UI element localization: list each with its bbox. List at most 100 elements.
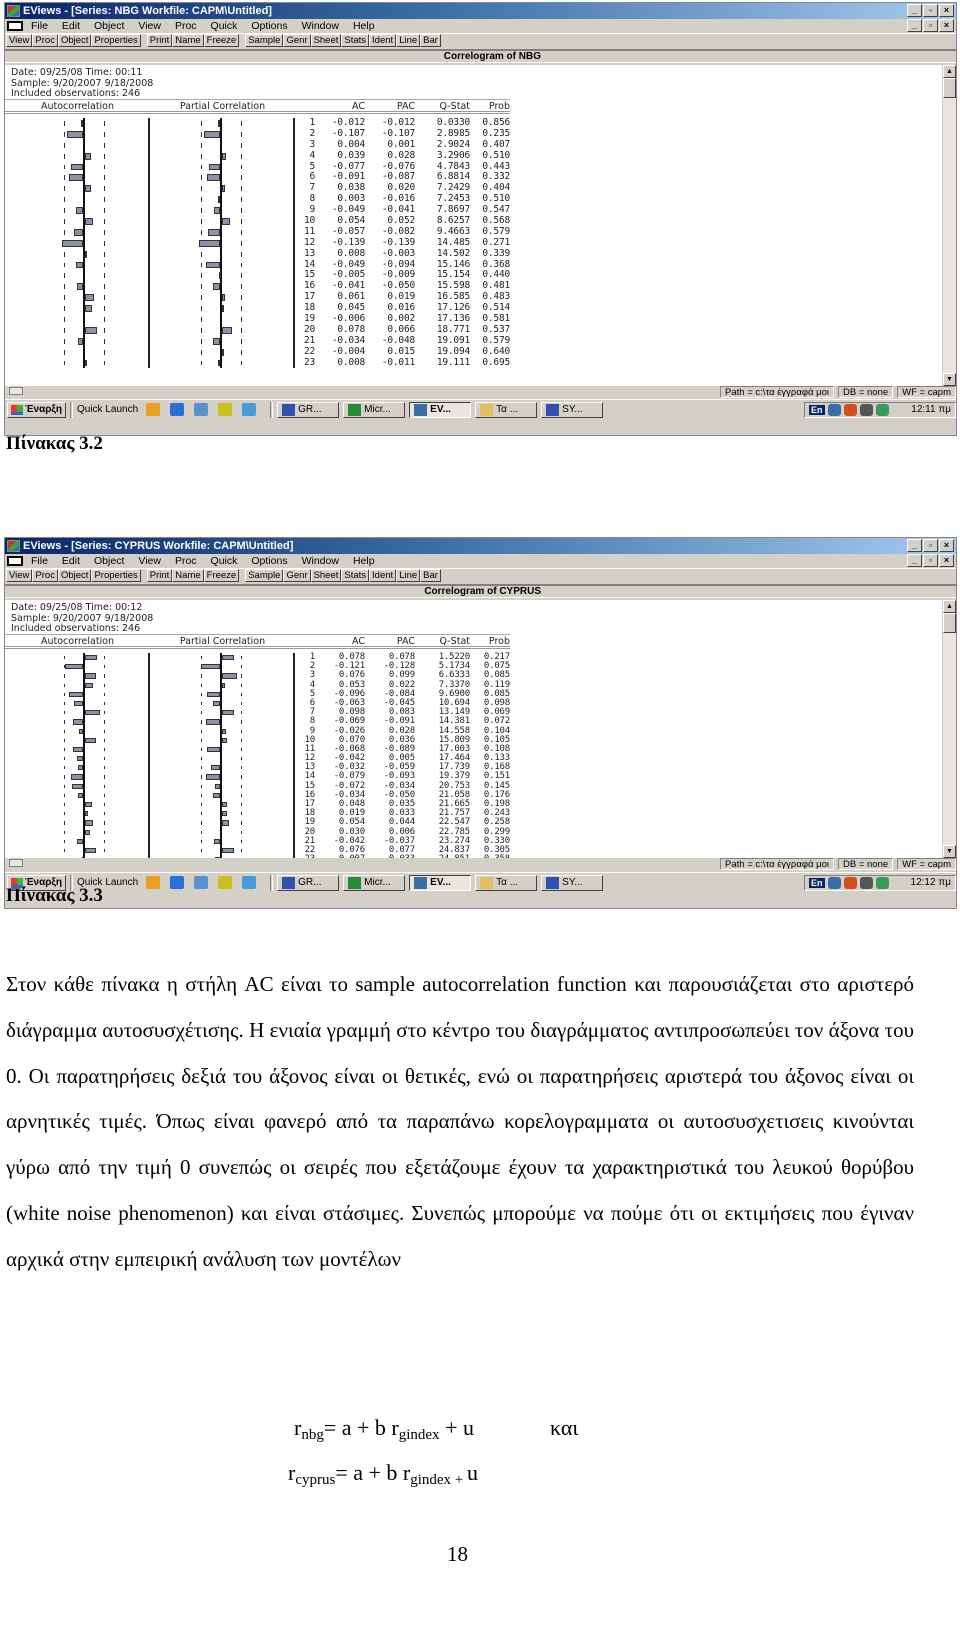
taskbar-task-button[interactable]: Micr... — [343, 401, 406, 418]
toolbar-name-button[interactable]: Name — [172, 569, 204, 582]
toolbar-sample-button[interactable]: Sample — [245, 34, 284, 47]
taskbar-task-button[interactable]: Micr... — [343, 874, 406, 891]
toolbar-genr-button[interactable]: Genr — [283, 569, 311, 582]
taskbar-task-button[interactable]: EV... — [409, 401, 472, 418]
child-close-button[interactable]: × — [939, 554, 954, 567]
toolbar-view-button[interactable]: View — [6, 569, 33, 582]
menu-quick[interactable]: Quick — [211, 555, 238, 567]
toolbar-sheet-button[interactable]: Sheet — [310, 569, 342, 582]
restore-button[interactable]: ▫ — [923, 4, 938, 17]
network-icon[interactable] — [827, 876, 841, 889]
menu-view[interactable]: View — [138, 20, 161, 32]
taskbar-clock[interactable]: 12:11 πμ — [911, 404, 951, 415]
menu-object[interactable]: Object — [94, 20, 124, 32]
toolbar-object-button[interactable]: Object — [57, 34, 92, 47]
camera-icon[interactable] — [859, 403, 873, 416]
taskbar-task-button[interactable]: Τα ... — [475, 401, 538, 418]
minimize-button[interactable]: _ — [907, 4, 922, 17]
menu-window[interactable]: Window — [302, 555, 339, 567]
toolbar-proc-button[interactable]: Proc — [32, 569, 58, 582]
scroll-thumb[interactable] — [943, 78, 956, 98]
menu-object[interactable]: Object — [94, 555, 124, 567]
scroll-thumb[interactable] — [943, 613, 956, 633]
menu-quick[interactable]: Quick — [211, 20, 238, 32]
toolbar-properties-button[interactable]: Properties — [91, 34, 141, 47]
media-player-icon[interactable] — [146, 403, 161, 416]
child-minimize-button[interactable]: _ — [907, 554, 922, 567]
scroll-up-arrow[interactable]: ▲ — [943, 65, 956, 78]
toolbar-bar-button[interactable]: Bar — [420, 569, 441, 582]
toolbar-print-button[interactable]: Print — [146, 34, 173, 47]
taskbar-clock[interactable]: 12:12 πμ — [911, 877, 951, 888]
toolbar-print-button[interactable]: Print — [146, 569, 173, 582]
toolbar-ident-button[interactable]: Ident — [369, 569, 397, 582]
toolbar-stats-button[interactable]: Stats — [341, 569, 370, 582]
menu-edit[interactable]: Edit — [62, 555, 80, 567]
connection-icon[interactable] — [875, 876, 889, 889]
close-button[interactable]: × — [939, 4, 954, 17]
taskbar-task-button[interactable]: EV... — [409, 874, 472, 891]
camera-icon[interactable] — [859, 876, 873, 889]
restore-button[interactable]: ▫ — [923, 539, 938, 552]
menu-proc[interactable]: Proc — [175, 555, 197, 567]
taskbar-task-button[interactable]: GR... — [277, 401, 340, 418]
taskbar-task-button[interactable]: Τα ... — [475, 874, 538, 891]
internet-explorer-icon[interactable] — [170, 876, 185, 889]
toolbar-stats-button[interactable]: Stats — [341, 34, 370, 47]
taskbar-task-button[interactable]: SY... — [541, 401, 604, 418]
toolbar-line-button[interactable]: Line — [396, 569, 421, 582]
show-desktop-icon[interactable] — [194, 403, 209, 416]
taskbar-task-button[interactable]: GR... — [277, 874, 340, 891]
menu-options[interactable]: Options — [251, 20, 287, 32]
start-button[interactable]: Έναρξη — [7, 401, 66, 418]
outlook-icon[interactable] — [218, 403, 233, 416]
toolbar-ident-button[interactable]: Ident — [369, 34, 397, 47]
menu-file[interactable]: File — [31, 20, 48, 32]
antivirus-icon[interactable] — [843, 876, 857, 889]
menu-help[interactable]: Help — [353, 20, 375, 32]
document-icon[interactable] — [7, 556, 23, 566]
menu-window[interactable]: Window — [302, 20, 339, 32]
close-button[interactable]: × — [939, 539, 954, 552]
sync-icon[interactable] — [242, 403, 257, 416]
child-minimize-button[interactable]: _ — [907, 19, 922, 32]
menu-proc[interactable]: Proc — [175, 20, 197, 32]
scroll-down-arrow[interactable]: ▼ — [943, 845, 956, 858]
media-player-icon[interactable] — [146, 876, 161, 889]
child-restore-button[interactable]: ▫ — [923, 19, 938, 32]
toolbar-sample-button[interactable]: Sample — [245, 569, 284, 582]
toolbar-genr-button[interactable]: Genr — [283, 34, 311, 47]
menu-file[interactable]: File — [31, 555, 48, 567]
taskbar-task-button[interactable]: SY... — [541, 874, 604, 891]
command-window-toggle[interactable] — [9, 387, 23, 395]
document-icon[interactable] — [7, 21, 23, 31]
antivirus-icon[interactable] — [843, 403, 857, 416]
sync-icon[interactable] — [242, 876, 257, 889]
toolbar-properties-button[interactable]: Properties — [91, 569, 141, 582]
vertical-scrollbar[interactable]: ▲ ▼ — [942, 65, 956, 386]
outlook-icon[interactable] — [218, 876, 233, 889]
toolbar-line-button[interactable]: Line — [396, 34, 421, 47]
child-close-button[interactable]: × — [939, 19, 954, 32]
scroll-down-arrow[interactable]: ▼ — [943, 373, 956, 386]
vertical-scrollbar[interactable]: ▲ ▼ — [942, 600, 956, 858]
minimize-button[interactable]: _ — [907, 539, 922, 552]
internet-explorer-icon[interactable] — [170, 403, 185, 416]
child-restore-button[interactable]: ▫ — [923, 554, 938, 567]
toolbar-sheet-button[interactable]: Sheet — [310, 34, 342, 47]
connection-icon[interactable] — [875, 403, 889, 416]
menu-edit[interactable]: Edit — [62, 20, 80, 32]
scroll-up-arrow[interactable]: ▲ — [943, 600, 956, 613]
show-desktop-icon[interactable] — [194, 876, 209, 889]
menu-view[interactable]: View — [138, 555, 161, 567]
network-icon[interactable] — [827, 403, 841, 416]
toolbar-view-button[interactable]: View — [6, 34, 33, 47]
language-indicator[interactable]: En — [809, 877, 825, 888]
toolbar-proc-button[interactable]: Proc — [32, 34, 58, 47]
menu-help[interactable]: Help — [353, 555, 375, 567]
toolbar-freeze-button[interactable]: Freeze — [203, 34, 240, 47]
menu-options[interactable]: Options — [251, 555, 287, 567]
command-window-toggle[interactable] — [9, 859, 23, 867]
toolbar-freeze-button[interactable]: Freeze — [203, 569, 240, 582]
toolbar-object-button[interactable]: Object — [57, 569, 92, 582]
